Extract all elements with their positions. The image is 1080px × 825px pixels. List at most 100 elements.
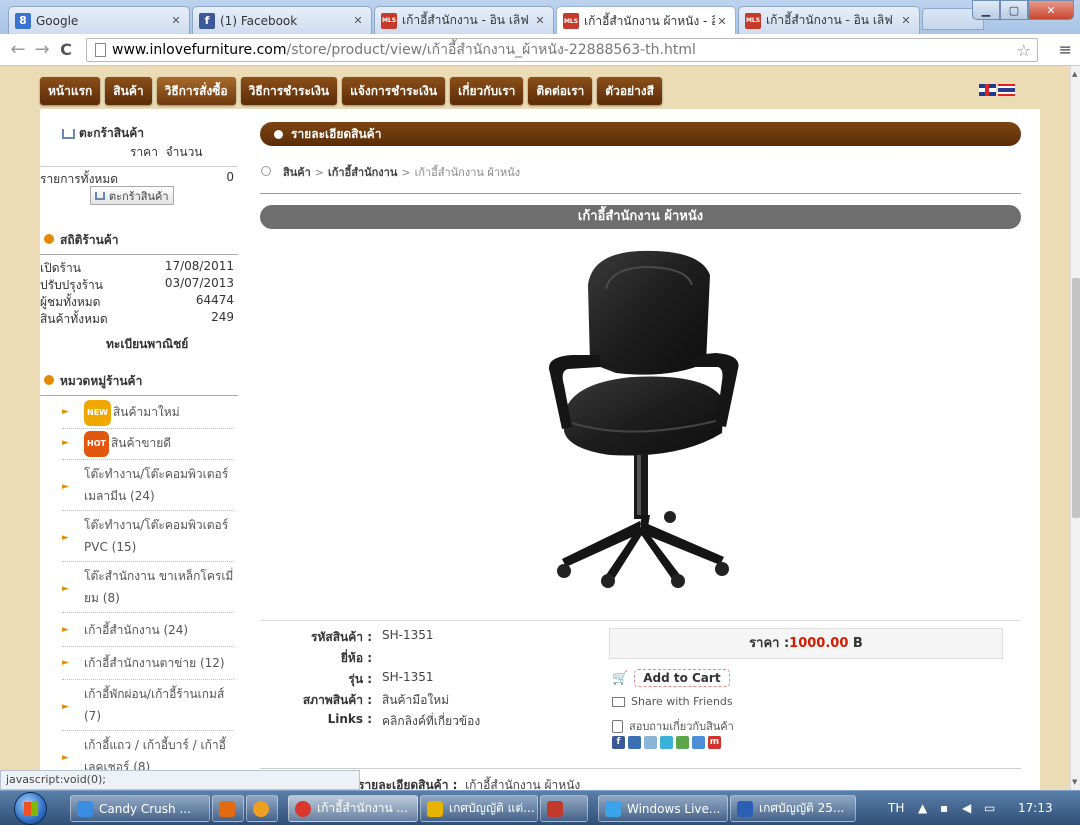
category-chrome-desk[interactable]: ► โต๊ะสำนักงาน ขาเหล็กโครเมี่ยม (8) <box>62 565 234 613</box>
share-icon[interactable] <box>676 736 689 749</box>
detail-label: รายละเอียดสินค้า : <box>358 778 458 790</box>
tab-product-active[interactable]: MLS เก้าอี้สำนักงาน ผ้าหนัง - อิ ✕ <box>556 6 736 35</box>
close-icon[interactable]: ✕ <box>715 15 729 28</box>
add-to-cart-button[interactable]: Add to Cart <box>634 669 730 687</box>
category-melamine-desk[interactable]: ► โต๊ะทำงาน/โต๊ะคอมพิวเตอร์ เมลามีน (24) <box>62 463 234 511</box>
delicious-icon[interactable] <box>628 736 641 749</box>
close-icon[interactable]: ✕ <box>533 14 547 27</box>
ask-link[interactable]: สอบถามเกี่ยวกับสินค้า <box>612 717 734 735</box>
menu-payment[interactable]: วิธีการชำระเงิน <box>240 77 338 105</box>
taskbar-folder[interactable]: เกศบัญญัติ แต่... <box>420 795 538 822</box>
status-bar: javascript:void(0); <box>0 770 360 790</box>
twitter-icon[interactable] <box>660 736 673 749</box>
close-icon[interactable]: ✕ <box>351 14 365 27</box>
cart-icon: 🛒 <box>612 670 629 686</box>
category-label: โต๊ะทำงาน/โต๊ะคอมพิวเตอร์ เมลามีน (24) <box>84 467 229 503</box>
clock[interactable]: 17:13 <box>1018 801 1053 815</box>
menu-products[interactable]: สินค้า <box>105 77 152 105</box>
myspace-icon[interactable] <box>644 736 657 749</box>
address-bar[interactable]: www.inlovefurniture.com/store/product/vi… <box>86 38 1038 62</box>
menu-color-samples[interactable]: ตัวอย่างสี <box>597 77 662 105</box>
category-pvc-desk[interactable]: ► โต๊ะทำงาน/โต๊ะคอมพิวเตอร์ PVC (15) <box>62 514 234 562</box>
related-links[interactable]: คลิกลิงค์ที่เกี่ยวข้อง <box>382 712 480 731</box>
add-to-cart-row: 🛒 Add to Cart <box>612 669 730 687</box>
chrome-icon <box>295 800 311 817</box>
breadcrumb-separator: > <box>401 166 411 179</box>
facebook-icon[interactable]: f <box>612 736 625 749</box>
close-icon[interactable]: ✕ <box>899 14 913 27</box>
category-lounge-chair[interactable]: ► เก้าอี้พักผ่อน/เก้าอี้ร้านเกมส์ (7) <box>62 683 234 731</box>
page-icon <box>95 43 106 57</box>
google-icon[interactable] <box>692 736 705 749</box>
taskbar-label: Candy Crush ... <box>99 801 191 816</box>
category-label: โต๊ะสำนักงาน ขาเหล็กโครเมี่ยม (8) <box>84 569 234 605</box>
volume-icon[interactable]: ◀ <box>962 801 971 815</box>
site-favicon-icon: MLS <box>745 12 761 29</box>
registration-link[interactable]: ทะเบียนพาณิชย์ <box>106 335 188 354</box>
bullet-icon <box>274 129 283 139</box>
action-center-icon[interactable]: ▭ <box>984 801 995 815</box>
spec-label: สภาพสินค้า : <box>302 693 372 707</box>
taskbar-firefox[interactable] <box>246 795 278 822</box>
bookmark-star-icon[interactable]: ☆ <box>1017 41 1031 60</box>
category-hot[interactable]: ► HOT สินค้าขายดี <box>62 430 234 460</box>
stat-label: สินค้าทั้งหมด <box>40 312 108 326</box>
product-image[interactable] <box>510 245 775 590</box>
back-icon[interactable]: ← <box>6 39 30 60</box>
category-office-chair[interactable]: ► เก้าอี้สำนักงาน (24) <box>62 617 234 647</box>
tab-title: เก้าอี้สำนักงาน - อิน เลิฟ <box>402 13 529 27</box>
scroll-thumb[interactable] <box>1072 278 1080 518</box>
uk-flag-icon[interactable] <box>979 84 996 96</box>
scroll-up-icon[interactable]: ▲ <box>1072 70 1077 78</box>
site-menu: หน้าแรก สินค้า วิธีการสั่งซื้อ วิธีการชำ… <box>40 77 662 105</box>
menu-how-to-order[interactable]: วิธีการสั่งซื้อ <box>156 77 236 105</box>
taskbar-media-player[interactable] <box>212 795 244 822</box>
arrow-right-icon: ► <box>62 438 69 448</box>
category-new[interactable]: ► NEW สินค้ามาใหม่ <box>62 399 234 429</box>
reload-icon[interactable]: C <box>54 40 78 59</box>
show-hidden-icons-icon[interactable]: ▲ <box>918 801 927 815</box>
menu-payment-notify[interactable]: แจ้งการชำระเงิน <box>342 77 446 105</box>
spec-condition: สภาพสินค้า : สินค้ามือใหม่ <box>260 691 600 710</box>
taskbar-chrome[interactable]: เก้าอี้สำนักงาน ... <box>288 795 418 822</box>
menu-home[interactable]: หน้าแรก <box>40 77 101 105</box>
price-value: 1000.00 <box>789 636 849 651</box>
breadcrumb-products[interactable]: สินค้า <box>283 166 311 179</box>
browser-menu-icon[interactable]: ≡ <box>1059 40 1072 59</box>
taskbar-app[interactable] <box>540 795 588 822</box>
share-link[interactable]: Share with Friends <box>612 695 733 708</box>
share-label: Share with Friends <box>631 695 733 708</box>
start-button[interactable] <box>14 792 47 825</box>
breadcrumb-separator: > <box>314 166 324 179</box>
taskbar-label: เก้าอี้สำนักงาน ... <box>317 801 408 815</box>
tab-product-2[interactable]: MLS เก้าอี้สำนักงาน - อิน เลิฟ ✕ <box>738 6 920 34</box>
tab-facebook[interactable]: f (1) Facebook ✕ <box>192 6 372 34</box>
category-mesh-chair[interactable]: ► เก้าอี้สำนักงานตาข่าย (12) <box>62 650 234 680</box>
spec-brand: ยี่ห้อ : <box>260 649 600 668</box>
menu-about[interactable]: เกี่ยวกับเรา <box>450 77 524 105</box>
language-indicator[interactable]: TH <box>888 801 904 815</box>
tab-product-1[interactable]: MLS เก้าอี้สำนักงาน - อิน เลิฟ ✕ <box>374 6 554 34</box>
view-cart-button[interactable]: ตะกร้าสินค้า <box>90 186 174 205</box>
taskbar-word[interactable]: เกศบัญญัติ 25... <box>730 795 856 822</box>
mixx-icon[interactable]: m <box>708 736 721 749</box>
tab-google[interactable]: 8 Google ✕ <box>8 6 190 34</box>
taskbar-windows-live[interactable]: Windows Live... <box>598 795 728 822</box>
close-window-icon[interactable]: ✕ <box>1028 0 1074 20</box>
breadcrumb-office-chair[interactable]: เก้าอี้สำนักงาน <box>328 166 397 179</box>
vertical-scrollbar[interactable]: ▲ ▼ <box>1070 66 1080 790</box>
minimize-icon[interactable]: ▁ <box>972 0 1000 20</box>
network-icon[interactable]: ▪ <box>940 801 948 815</box>
menu-contact[interactable]: ติดต่อเรา <box>528 77 593 105</box>
cart-icon <box>62 128 75 139</box>
close-icon[interactable]: ✕ <box>169 14 183 27</box>
taskbar-ie-candy-crush[interactable]: Candy Crush ... <box>70 795 210 822</box>
windows-live-icon <box>605 800 621 817</box>
forward-icon[interactable]: → <box>30 39 54 60</box>
taskbar-label: เกศบัญญัติ 25... <box>759 801 845 815</box>
cart-col-price: ราคา <box>130 145 158 159</box>
scroll-down-icon[interactable]: ▼ <box>1072 778 1077 786</box>
maximize-icon[interactable]: ▢ <box>1000 0 1028 20</box>
internet-explorer-icon <box>77 800 93 817</box>
thai-flag-icon[interactable] <box>998 84 1015 96</box>
